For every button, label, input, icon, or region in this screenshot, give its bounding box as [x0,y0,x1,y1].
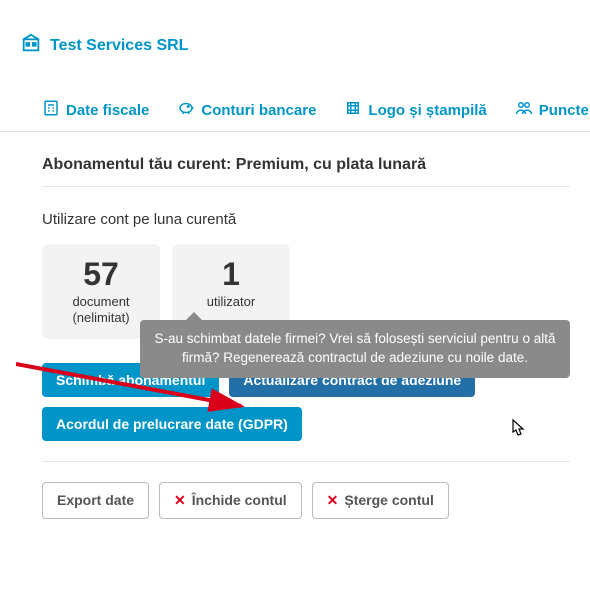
stat-label: utilizator [192,294,270,310]
stat-value: 1 [192,258,270,290]
tooltip-text: S-au schimbat datele firmei? Vrei să fol… [155,331,556,365]
tab-label: Puncte d [539,102,590,119]
delete-account-button[interactable]: ✕ Șterge contul [312,482,449,519]
piggy-icon [177,99,195,121]
stat-sub: (nelimitat) [62,310,140,325]
usage-title: Utilizare cont pe luna curentă [42,211,570,228]
button-label: Închide contul [192,492,287,508]
stat-label: document [62,294,140,310]
tab-label: Logo și ștampilă [368,102,486,119]
calculator-icon [42,99,60,121]
subscription-heading: Abonamentul tău curent: Premium, cu plat… [42,156,570,187]
gdpr-button[interactable]: Acordul de prelucrare date (GDPR) [42,407,302,441]
company-header: Test Services SRL [20,32,570,59]
tab-label: Date fiscale [66,102,149,119]
close-account-button[interactable]: ✕ Închide contul [159,482,302,519]
users-icon [515,99,533,121]
button-label: Export date [57,492,134,508]
x-icon: ✕ [327,492,339,509]
company-name: Test Services SRL [50,37,188,55]
button-label: Șterge contul [344,492,433,508]
x-icon: ✕ [174,492,186,509]
button-label: Acordul de prelucrare date (GDPR) [56,416,288,432]
export-data-button[interactable]: Export date [42,482,149,519]
tabs-nav: Date fiscale Conturi bancare Logo și șta… [0,71,590,132]
tab-points[interactable]: Puncte d [515,99,590,121]
tab-label: Conturi bancare [201,102,316,119]
stat-value: 57 [62,258,140,290]
building-icon [20,32,42,59]
tooltip: S-au schimbat datele firmei? Vrei să fol… [140,320,570,378]
tab-logo[interactable]: Logo și ștampilă [344,99,486,121]
tab-bank[interactable]: Conturi bancare [177,99,316,121]
tab-fiscal[interactable]: Date fiscale [42,99,149,121]
divider [42,461,570,462]
stamp-icon [344,99,362,121]
